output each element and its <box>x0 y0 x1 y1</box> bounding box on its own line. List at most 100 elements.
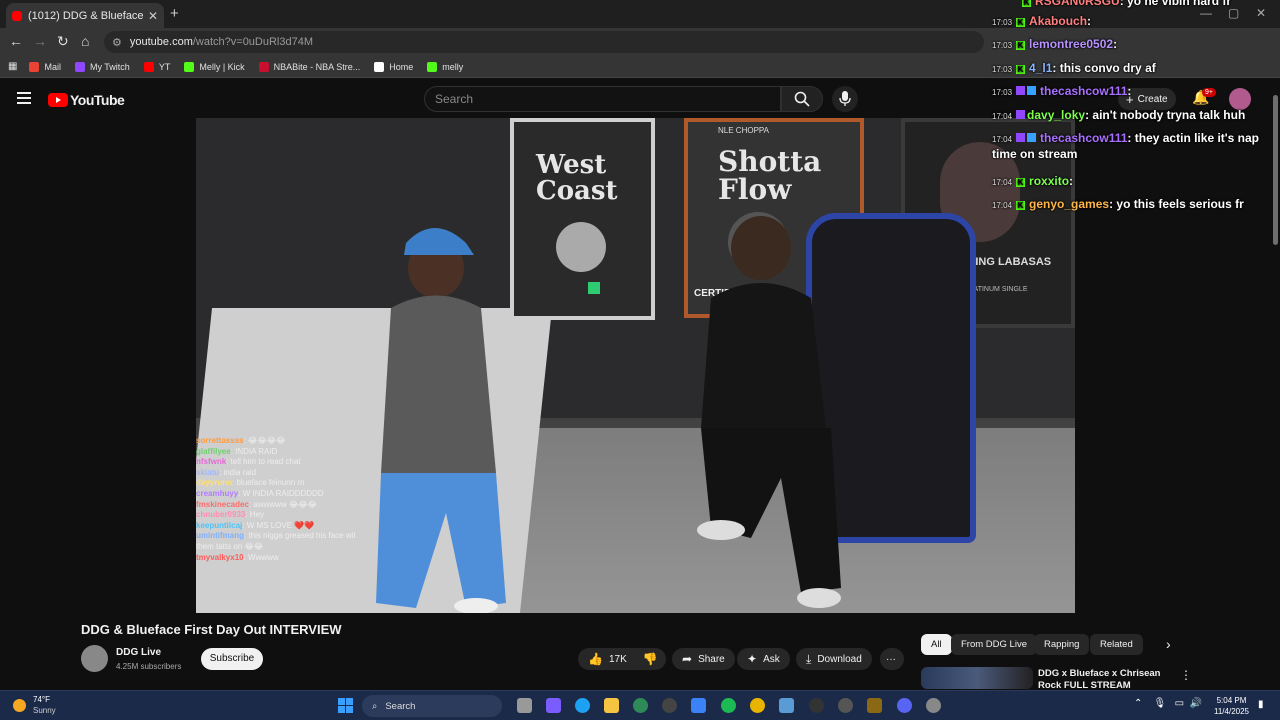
bookmark-home[interactable]: Home <box>374 61 414 72</box>
recommendation-thumbnail[interactable] <box>921 667 1033 689</box>
video-chat-line: umintifmang: this nigga greased his face… <box>196 531 356 551</box>
bookmark-kick[interactable]: Melly | Kick <box>184 61 245 72</box>
home-icon[interactable]: ⌂ <box>81 33 89 49</box>
bookmark-mail[interactable]: Mail <box>29 61 61 72</box>
url-bar[interactable]: ⚙ youtube.com /watch?v=0uDuRl3d74M <box>104 31 984 53</box>
chat-message: 17:03 thecashcow111: <box>992 84 1132 98</box>
reload-icon[interactable]: ↻ <box>57 33 69 50</box>
browser-tab[interactable]: (1012) DDG & Blueface First ✕ <box>6 3 164 28</box>
new-tab-icon[interactable]: + <box>170 5 179 22</box>
share-label: Share <box>698 653 725 665</box>
microphone-icon[interactable]: 🎙 <box>1154 698 1167 709</box>
bookmark-yt[interactable]: YT <box>143 61 171 72</box>
bookmark-nbabite[interactable]: NBABite - NBA Stre... <box>258 61 361 72</box>
search-button[interactable] <box>781 86 823 112</box>
like-count[interactable]: 17K <box>609 654 627 665</box>
chat-message: 17:04 thecashcow111: they actin like it's… <box>992 131 1259 161</box>
search-icon <box>794 91 810 107</box>
forward-icon[interactable]: → <box>33 33 47 49</box>
ask-label: Ask <box>763 653 780 665</box>
notification-icon[interactable]: ▮ <box>1258 699 1264 710</box>
file-explorer-icon[interactable] <box>604 698 619 713</box>
subscribe-button[interactable]: Subscribe <box>201 648 263 670</box>
search-input[interactable]: Search <box>424 86 781 112</box>
bookmark-twitch[interactable]: My Twitch <box>74 61 130 72</box>
more-actions-button[interactable]: ··· <box>880 648 904 670</box>
scrollbar-thumb[interactable] <box>1273 95 1278 245</box>
kick-badge-icon: K <box>1016 65 1026 74</box>
settings-gear-icon[interactable] <box>926 698 941 713</box>
taskbar-clock[interactable]: 5:04 PM 11/4/2025 <box>1214 695 1249 717</box>
ask-button[interactable]: ✦ Ask <box>737 648 790 670</box>
sub-badge-icon <box>1027 133 1037 142</box>
kick-badge-icon: K <box>1016 41 1026 50</box>
chip-rapping[interactable]: Rapping <box>1034 634 1090 655</box>
bookmark-label: NBABite - NBA Stre... <box>273 61 361 72</box>
kick-badge-icon: K <box>1022 0 1031 7</box>
recommendation-title[interactable]: DDG x Blueface x Chrisean Rock FULL STRE… <box>1038 668 1178 692</box>
chevron-right-icon[interactable]: › <box>1166 636 1171 652</box>
bookmark-melly[interactable]: melly <box>427 61 463 72</box>
site-info-icon[interactable]: ⚙ <box>112 36 122 49</box>
twitch-badge-icon <box>1016 110 1026 119</box>
weather-condition[interactable]: Sunny <box>33 706 56 715</box>
chat-message: 17:04 davy_loky: ain't nobody tryna talk … <box>992 108 1246 122</box>
voice-search-button[interactable] <box>832 86 858 112</box>
bookmark-label: YT <box>158 61 171 72</box>
youtube-icon <box>143 61 154 72</box>
kick-badge-icon: K <box>1016 18 1026 27</box>
bookmark-label: Melly | Kick <box>199 61 245 72</box>
discord-icon[interactable] <box>897 698 912 713</box>
windows-start-icon[interactable] <box>338 698 353 713</box>
microphone-icon <box>839 91 851 106</box>
thumbs-down-icon[interactable]: 👎 <box>643 652 658 666</box>
video-chat-line: fmskinecadec: awwwww 😂😂😂 <box>196 499 317 509</box>
volume-icon[interactable]: 🔊 <box>1190 698 1202 709</box>
xbox-icon[interactable] <box>633 698 648 713</box>
video-title: DDG & Blueface First Day Out INTERVIEW <box>81 622 342 637</box>
share-button[interactable]: ➦ Share <box>672 648 735 670</box>
kick-badge-icon: K <box>1016 178 1026 187</box>
steam-icon[interactable] <box>662 698 677 713</box>
task-view-icon[interactable] <box>517 698 532 713</box>
chat-message: 17:03 K Akabouch: <box>992 14 1092 28</box>
youtube-logo[interactable]: YouTube <box>48 92 125 108</box>
video-chat-line: creamhuyy: W INDIA RAIDDDDDD <box>196 488 324 498</box>
back-icon[interactable]: ← <box>9 33 23 49</box>
chip-all[interactable]: All <box>921 634 952 655</box>
weather-temp[interactable]: 74°F <box>33 695 50 704</box>
more-vertical-icon[interactable]: ⋮ <box>1180 668 1192 682</box>
youtube-play-icon <box>48 93 68 107</box>
apps-grid-icon[interactable]: ▦ <box>8 61 17 72</box>
video-chat-line: keepuntilcaj: W MS LOVE ❤️❤️ <box>196 520 315 530</box>
photos-icon[interactable] <box>779 698 794 713</box>
app-icon[interactable] <box>867 698 882 713</box>
menu-icon[interactable] <box>17 92 31 107</box>
chip-related[interactable]: Related <box>1090 634 1143 655</box>
logo-text: YouTube <box>70 92 125 108</box>
chevron-up-icon[interactable]: ⌃ <box>1134 698 1142 709</box>
network-icon[interactable]: ▭ <box>1175 698 1184 709</box>
channel-avatar[interactable] <box>81 645 108 672</box>
channel-name[interactable]: DDG Live <box>116 647 161 658</box>
thumbs-up-icon[interactable]: 👍 <box>588 652 603 666</box>
video-player[interactable]: West Coast NLE CHOPPA Shotta Flow CERTIF… <box>196 118 1075 613</box>
download-button[interactable]: ⤓ Download <box>796 648 872 670</box>
sub-badge-icon <box>1027 86 1037 95</box>
chat-message: K RSGAN0RSGU: yo he vibin hard fr <box>1022 0 1232 8</box>
subscriber-count: 4.25M subscribers <box>116 662 182 671</box>
chip-from-channel[interactable]: From DDG Live <box>951 634 1037 655</box>
taskbar-search[interactable]: ⌕ Search <box>362 695 502 717</box>
store-icon[interactable] <box>691 698 706 713</box>
spotify-icon[interactable] <box>721 698 736 713</box>
app-icon[interactable] <box>838 698 853 713</box>
close-tab-icon[interactable]: ✕ <box>148 9 158 23</box>
person-right <box>697 216 841 608</box>
sun-icon[interactable] <box>13 699 26 712</box>
system-tray[interactable]: ⌃ 🎙 ▭ 🔊 <box>1134 698 1202 709</box>
media-player-icon[interactable] <box>809 698 824 713</box>
edge-icon[interactable] <box>575 698 590 713</box>
copilot-icon[interactable] <box>546 698 561 713</box>
chrome-icon[interactable] <box>750 698 765 713</box>
bookmark-label: Home <box>389 61 414 72</box>
